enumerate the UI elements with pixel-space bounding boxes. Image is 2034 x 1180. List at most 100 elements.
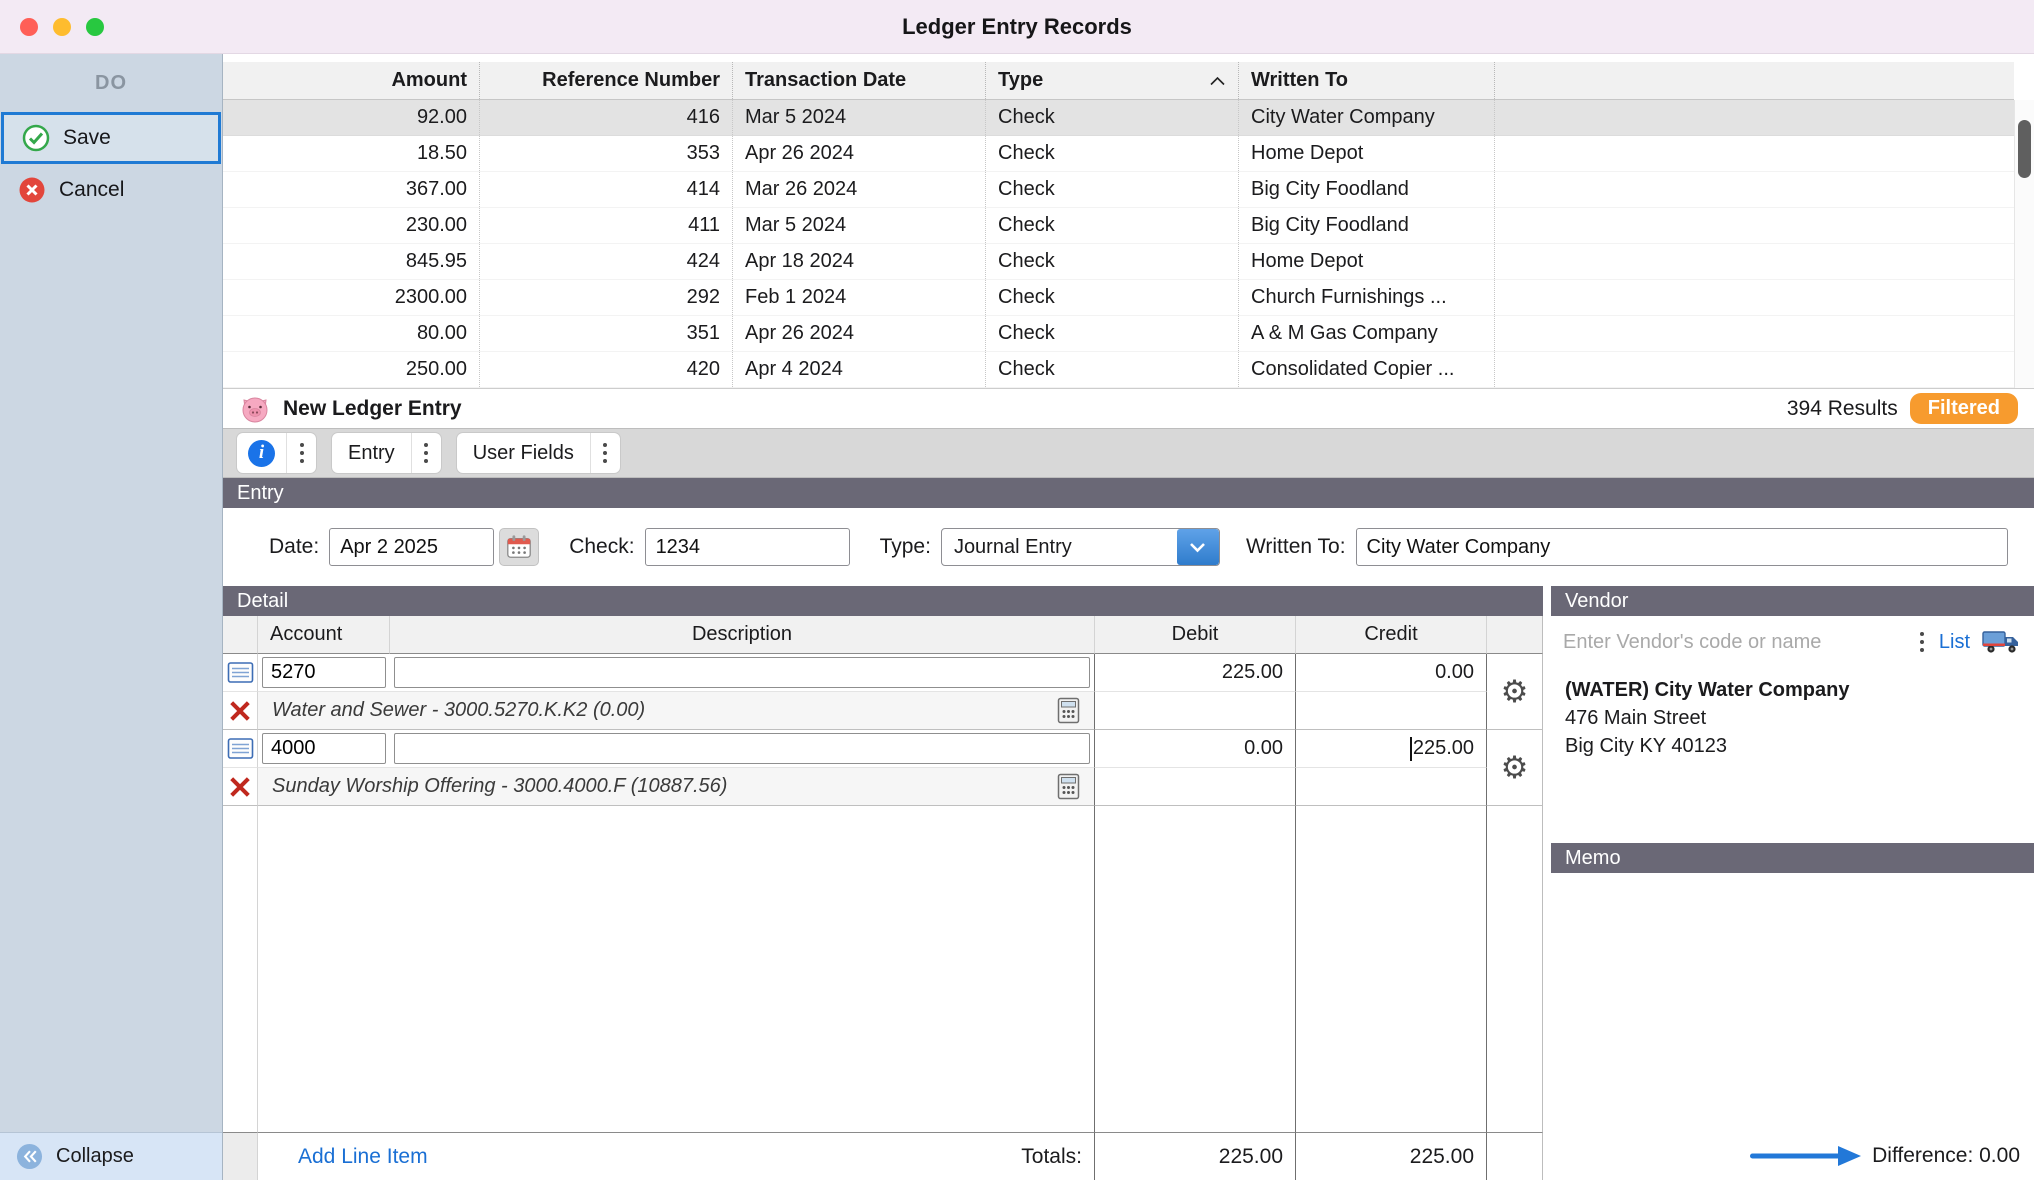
account-number-input[interactable] bbox=[262, 733, 386, 764]
text-cursor bbox=[1409, 736, 1412, 761]
cell-reference: 424 bbox=[480, 244, 733, 279]
memo-input[interactable] bbox=[1551, 873, 2034, 1132]
vendor-name: (WATER) City Water Company bbox=[1565, 679, 1850, 701]
tab-entry[interactable]: Entry bbox=[332, 433, 441, 473]
tab-bar: i Entry User Fields bbox=[223, 428, 2034, 478]
save-button[interactable]: Save bbox=[1, 112, 221, 164]
cell-empty bbox=[1495, 100, 2014, 135]
column-header-reference-number[interactable]: Reference Number bbox=[480, 62, 733, 99]
total-debit: 225.00 bbox=[1095, 1132, 1296, 1180]
ledger-card-icon bbox=[227, 662, 253, 683]
calculator-button[interactable] bbox=[1057, 697, 1080, 724]
info-button[interactable]: i bbox=[237, 433, 316, 473]
account-info-row: Water and Sewer - 3000.5270.K.K2 (0.00) bbox=[258, 692, 1095, 730]
credit-cell[interactable]: 0.00 bbox=[1296, 654, 1487, 692]
detail-footer: Add Line Item Totals: bbox=[258, 1132, 1095, 1180]
collapse-sidebar-button[interactable]: Collapse bbox=[0, 1132, 222, 1180]
filler-icon-col bbox=[223, 806, 258, 1132]
table-row[interactable]: 250.00 420 Apr 4 2024 Check Consolidated… bbox=[223, 352, 2014, 388]
gear-icon: ⚙ bbox=[1500, 673, 1529, 709]
check-number-input[interactable] bbox=[644, 528, 850, 566]
table-row[interactable]: 845.95 424 Apr 18 2024 Check Home Depot bbox=[223, 244, 2014, 280]
cell-type: Check bbox=[986, 100, 1239, 135]
check-label: Check: bbox=[569, 535, 635, 558]
cell-written-to: City Water Company bbox=[1239, 100, 1495, 135]
detail-header-spacer bbox=[223, 616, 258, 654]
column-header-type[interactable]: Type bbox=[986, 62, 1239, 99]
delete-line-button[interactable] bbox=[223, 692, 258, 730]
truck-icon[interactable] bbox=[1982, 629, 2022, 656]
account-number-input[interactable] bbox=[262, 657, 386, 688]
red-x-icon bbox=[230, 776, 250, 797]
cell-reference: 292 bbox=[480, 280, 733, 315]
entry-form: Date: Check: Type: bbox=[223, 508, 2034, 586]
cell-reference: 353 bbox=[480, 136, 733, 171]
cell-written-to: Home Depot bbox=[1239, 244, 1495, 279]
column-header-written-to[interactable]: Written To bbox=[1239, 62, 1495, 99]
vendor-panel: Vendor List bbox=[1551, 586, 2034, 1180]
description-input[interactable] bbox=[394, 657, 1090, 688]
cell-date: Mar 5 2024 bbox=[733, 208, 986, 243]
column-header-transaction-date[interactable]: Transaction Date bbox=[733, 62, 986, 99]
tab-user-fields-menu-dots[interactable] bbox=[589, 433, 620, 473]
filtered-badge[interactable]: Filtered bbox=[1909, 393, 2018, 424]
table-row[interactable]: 92.00 416 Mar 5 2024 Check City Water Co… bbox=[223, 100, 2014, 136]
minimize-window-button[interactable] bbox=[53, 17, 71, 36]
vendor-more-button[interactable] bbox=[1917, 632, 1927, 652]
info-icon: i bbox=[248, 439, 275, 467]
cancel-button[interactable]: Cancel bbox=[0, 164, 222, 216]
account-number-cell bbox=[258, 730, 390, 768]
table-row[interactable]: 367.00 414 Mar 26 2024 Check Big City Fo… bbox=[223, 172, 2014, 208]
cell-amount: 230.00 bbox=[223, 208, 480, 243]
info-menu-dots[interactable] bbox=[286, 433, 316, 473]
calculator-button[interactable] bbox=[1057, 773, 1080, 800]
table-row[interactable]: 80.00 351 Apr 26 2024 Check A & M Gas Co… bbox=[223, 316, 2014, 352]
table-row[interactable]: 18.50 353 Apr 26 2024 Check Home Depot bbox=[223, 136, 2014, 172]
debit-info-empty-cell bbox=[1095, 768, 1296, 806]
detail-column-credit: Credit bbox=[1296, 616, 1487, 654]
date-input[interactable] bbox=[329, 528, 495, 566]
column-header-amount[interactable]: Amount bbox=[223, 62, 480, 99]
tab-entry-menu-dots[interactable] bbox=[410, 433, 441, 473]
cell-reference: 411 bbox=[480, 208, 733, 243]
zoom-window-button[interactable] bbox=[86, 17, 104, 36]
vertical-scrollbar[interactable] bbox=[2014, 100, 2034, 388]
calculator-icon bbox=[1057, 773, 1080, 800]
description-input[interactable] bbox=[394, 733, 1090, 764]
cell-written-to: Consolidated Copier ... bbox=[1239, 352, 1495, 387]
cell-empty bbox=[1495, 172, 2014, 207]
type-label: Type: bbox=[879, 535, 931, 558]
line-settings-button[interactable]: ⚙ bbox=[1487, 654, 1543, 730]
vendor-search-input[interactable] bbox=[1563, 630, 1905, 654]
cell-date: Feb 1 2024 bbox=[733, 280, 986, 315]
cell-reference: 416 bbox=[480, 100, 733, 135]
titlebar: Ledger Entry Records bbox=[0, 0, 2034, 54]
add-line-item-link[interactable]: Add Line Item bbox=[298, 1145, 428, 1169]
type-select[interactable]: Journal Entry bbox=[940, 528, 1220, 566]
cell-amount: 2300.00 bbox=[223, 280, 480, 315]
scrollbar-thumb[interactable] bbox=[2018, 120, 2031, 178]
cell-empty bbox=[1495, 136, 2014, 171]
close-window-button[interactable] bbox=[20, 17, 38, 36]
detail-column-account: Account bbox=[258, 616, 390, 654]
tab-user-fields[interactable]: User Fields bbox=[456, 433, 620, 473]
account-lookup-button[interactable] bbox=[223, 730, 258, 768]
detail-header-actions bbox=[1487, 616, 1543, 654]
calendar-picker-button[interactable] bbox=[499, 528, 540, 566]
line-settings-button[interactable]: ⚙ bbox=[1487, 730, 1543, 806]
credit-info-empty-cell bbox=[1296, 768, 1487, 806]
vendor-search-row: List bbox=[1551, 616, 2034, 668]
delete-line-button[interactable] bbox=[223, 768, 258, 806]
table-row[interactable]: 230.00 411 Mar 5 2024 Check Big City Foo… bbox=[223, 208, 2014, 244]
credit-cell-focused[interactable]: 225.00 bbox=[1296, 730, 1487, 768]
filler-debit-col bbox=[1095, 806, 1296, 1132]
written-to-input[interactable] bbox=[1355, 528, 2008, 566]
debit-cell[interactable]: 0.00 bbox=[1095, 730, 1296, 768]
detail-section-header: Detail bbox=[223, 586, 1543, 616]
cell-type: Check bbox=[986, 316, 1239, 351]
table-row[interactable]: 2300.00 292 Feb 1 2024 Check Church Furn… bbox=[223, 280, 2014, 316]
debit-cell[interactable]: 225.00 bbox=[1095, 654, 1296, 692]
account-lookup-button[interactable] bbox=[223, 654, 258, 692]
vendor-list-link[interactable]: List bbox=[1939, 631, 1970, 654]
detail-column-description: Description bbox=[390, 616, 1095, 654]
